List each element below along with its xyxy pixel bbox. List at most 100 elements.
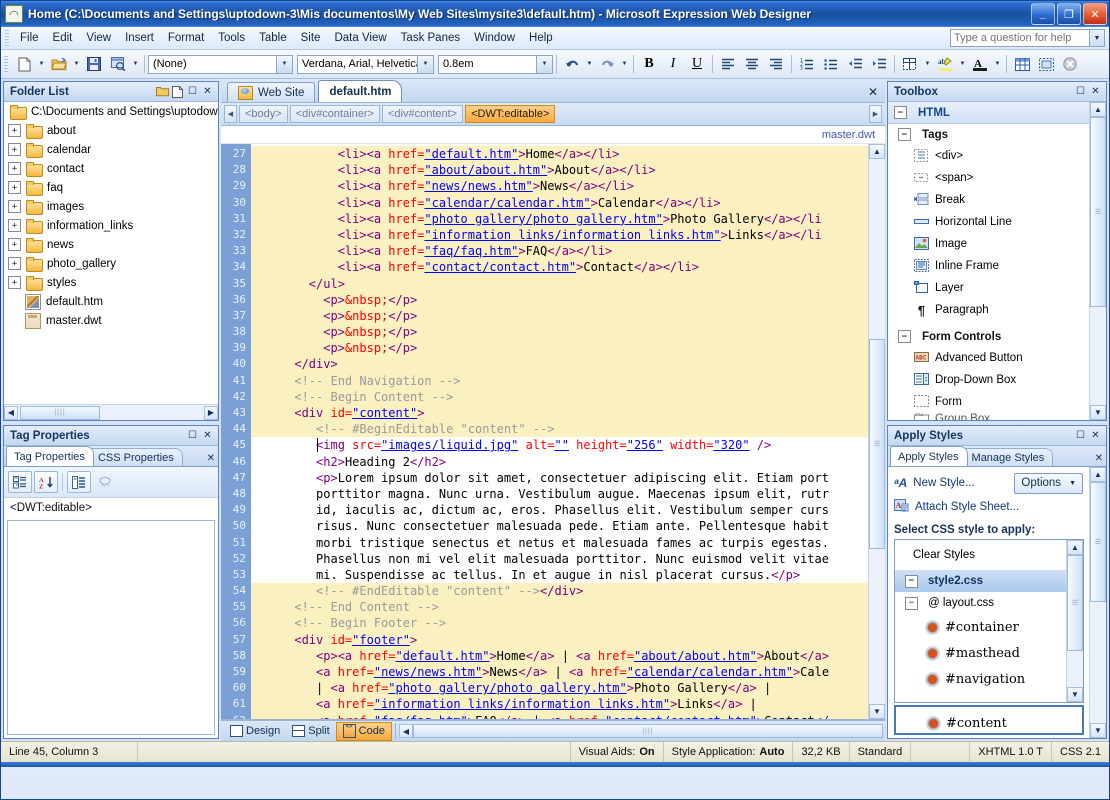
quick-tag-dwt-editable[interactable]: <DWT:editable> xyxy=(465,105,555,123)
tree-item-news[interactable]: + news xyxy=(4,235,218,254)
vscroll-thumb[interactable]: ☰ xyxy=(1090,482,1106,602)
collapse-icon[interactable]: − xyxy=(898,330,911,343)
expand-icon[interactable]: + xyxy=(8,181,21,194)
tab-apply-styles[interactable]: Apply Styles xyxy=(890,446,968,466)
menu-format[interactable]: Format xyxy=(161,29,211,47)
preview-in-browser-button[interactable] xyxy=(106,52,130,76)
quick-tag-container[interactable]: <div#container> xyxy=(290,105,380,123)
close-icon[interactable]: ✕ xyxy=(1088,84,1103,99)
redo-button[interactable] xyxy=(595,52,619,76)
close-icon[interactable]: ✕ xyxy=(207,453,215,464)
quick-tag-next-icon[interactable]: ▶ xyxy=(869,105,882,123)
close-icon[interactable]: ✕ xyxy=(200,428,215,443)
scroll-up-icon[interactable]: ▲ xyxy=(869,144,885,159)
new-page-icon[interactable] xyxy=(170,84,185,99)
vscroll-track[interactable]: ☰ xyxy=(869,159,885,704)
style-item-masthead[interactable]: #masthead xyxy=(895,640,1066,666)
code-line[interactable]: <li><a href="calendar/calendar.htm">Cale… xyxy=(251,195,868,211)
menu-window[interactable]: Window xyxy=(467,29,522,47)
code-line[interactable]: <!-- End Content --> xyxy=(251,599,868,615)
code-line[interactable]: <div id="footer"> xyxy=(251,632,868,648)
font-size-select[interactable]: 0.8em ▼ xyxy=(438,55,553,74)
toolbox-item-paragraph[interactable]: ¶ Paragraph xyxy=(888,299,1089,321)
highlight-dropdown-icon[interactable]: ▼ xyxy=(957,53,968,75)
toolbox-vscrollbar[interactable]: ▲ ☰ ▼ xyxy=(1089,102,1106,420)
close-document-icon[interactable]: ✕ xyxy=(868,85,878,99)
expand-icon[interactable]: + xyxy=(8,143,21,156)
hscroll-track[interactable]: |||| xyxy=(18,406,204,420)
close-button[interactable]: ✕ xyxy=(1083,3,1107,25)
menu-view[interactable]: View xyxy=(79,29,118,47)
collapse-icon[interactable]: − xyxy=(905,575,918,588)
design-view-button[interactable]: Design xyxy=(224,722,286,740)
maximize-icon[interactable]: ☐ xyxy=(185,428,200,443)
code-text-area[interactable]: <li><a href="default.htm">Home</a></li> … xyxy=(251,144,868,719)
quick-tag-body[interactable]: <body> xyxy=(239,105,288,123)
new-style-button[interactable]: New Style... xyxy=(913,477,974,489)
expand-icon[interactable]: + xyxy=(8,124,21,137)
increase-indent-icon[interactable] xyxy=(867,52,891,76)
scroll-left-icon[interactable]: ◀ xyxy=(399,724,413,738)
code-line[interactable]: </div> xyxy=(251,356,868,372)
vscroll-track[interactable]: ☰ xyxy=(1067,555,1083,687)
toolbox-group-tags[interactable]: − Tags xyxy=(888,124,1089,145)
close-icon[interactable]: ✕ xyxy=(1095,453,1103,464)
expand-icon[interactable]: + xyxy=(8,276,21,289)
collapse-icon[interactable]: − xyxy=(894,106,907,119)
hscroll-track[interactable]: |||| xyxy=(413,724,883,738)
style-item-content[interactable]: #content xyxy=(896,716,1082,735)
code-line[interactable]: mi. Suspendisse ac tellus. In et augue i… xyxy=(251,567,868,583)
folder-tree[interactable]: C:\Documents and Settings\uptodow + abou… xyxy=(4,102,218,404)
tag-properties-grid[interactable] xyxy=(7,520,215,735)
tree-item-photo-gallery[interactable]: + photo_gallery xyxy=(4,254,218,273)
code-line[interactable]: <img src="images/liquid.jpg" alt="" heig… xyxy=(251,437,868,453)
toolbox-group-form-controls[interactable]: − Form Controls xyxy=(888,326,1089,347)
tree-item-faq[interactable]: + faq xyxy=(4,178,218,197)
toolbox-item-span[interactable]: <span> xyxy=(888,167,1089,189)
code-line[interactable]: <li><a href="contact/contact.htm">Contac… xyxy=(251,259,868,275)
tag-view-icon[interactable]: </> xyxy=(93,471,117,493)
underline-button[interactable]: U xyxy=(685,52,709,76)
toolbox-item-horizontal-line[interactable]: Horizontal Line xyxy=(888,211,1089,233)
align-center-icon[interactable] xyxy=(740,52,764,76)
code-line[interactable]: Phasellus non mi vel elit malesuada port… xyxy=(251,551,868,567)
code-line[interactable]: id, iaculis ac, dictum ac, eros. Phasell… xyxy=(251,502,868,518)
collapse-icon[interactable]: − xyxy=(898,128,911,141)
maximize-icon[interactable]: ☐ xyxy=(1073,428,1088,443)
code-editor[interactable]: 2728293031323334353637383940414243444546… xyxy=(221,144,885,720)
toolbox-item-dropdown-box[interactable]: Drop-Down Box xyxy=(888,369,1089,391)
undo-button[interactable] xyxy=(560,52,584,76)
code-line[interactable]: <!-- #EndEditable "content" --></div> xyxy=(251,583,868,599)
tree-item-styles[interactable]: + styles xyxy=(4,273,218,292)
vscroll-thumb[interactable]: ☰ xyxy=(1090,117,1106,307)
menu-help[interactable]: Help xyxy=(522,29,560,47)
tree-item-images[interactable]: + images xyxy=(4,197,218,216)
align-right-icon[interactable] xyxy=(764,52,788,76)
tab-css-properties[interactable]: CSS Properties xyxy=(90,448,183,466)
code-line[interactable]: morbi tristique senectus et netus et mal… xyxy=(251,535,868,551)
toolbox-item-image[interactable]: Image xyxy=(888,233,1089,255)
font-color-dropdown-icon[interactable]: ▼ xyxy=(992,53,1003,75)
chevron-down-icon[interactable]: ▼ xyxy=(417,56,433,73)
chevron-down-icon[interactable]: ▼ xyxy=(1089,30,1104,46)
maximize-icon[interactable]: ☐ xyxy=(185,84,200,99)
code-view-button[interactable]: Code xyxy=(336,722,392,741)
code-line[interactable]: <p>Lorem ipsum dolor sit amet, consectet… xyxy=(251,470,868,486)
code-line[interactable]: <a href="information links/information l… xyxy=(251,696,868,712)
close-icon[interactable]: ✕ xyxy=(1088,428,1103,443)
code-line[interactable]: <a href="faq/faq.htm">FAQ</a> | <a href=… xyxy=(251,713,868,719)
scroll-left-icon[interactable]: ◀ xyxy=(4,406,18,420)
toolbox-item-layer[interactable]: Layer xyxy=(888,277,1089,299)
borders-dropdown-icon[interactable]: ▼ xyxy=(922,53,933,75)
status-visual-aids[interactable]: Visual Aids: On xyxy=(571,742,664,762)
tree-item-contact[interactable]: + contact xyxy=(4,159,218,178)
font-color-icon[interactable]: A xyxy=(968,52,992,76)
menu-file[interactable]: File xyxy=(13,29,46,47)
code-line[interactable]: <p><a href="default.htm">Home</a> | <a h… xyxy=(251,648,868,664)
toolbox-item-inline-frame[interactable]: Inline Frame xyxy=(888,255,1089,277)
expand-icon[interactable]: + xyxy=(8,257,21,270)
toolbox-list[interactable]: − HTML − Tags <div> xyxy=(888,102,1089,420)
toolbox-item-form[interactable]: Form xyxy=(888,391,1089,413)
scroll-up-icon[interactable]: ▲ xyxy=(1090,467,1106,482)
code-line[interactable]: <a href="news/news.htm">News</a> | <a hr… xyxy=(251,664,868,680)
